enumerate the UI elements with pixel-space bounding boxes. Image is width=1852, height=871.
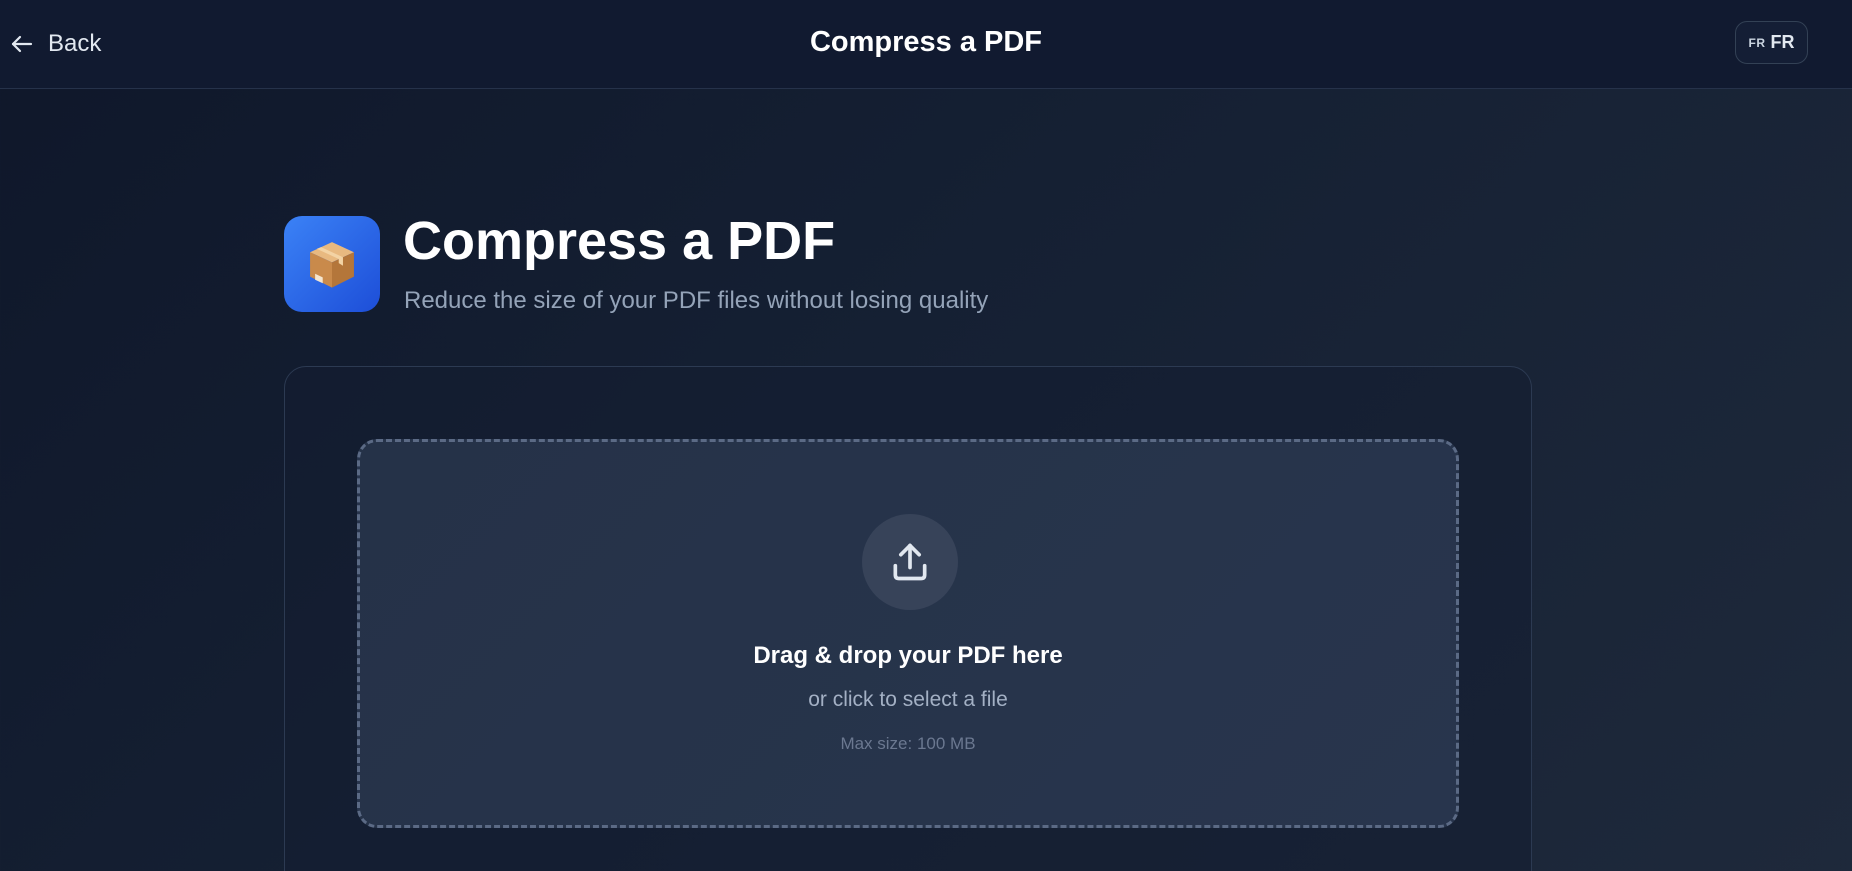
language-flag: FR bbox=[1748, 35, 1766, 50]
page-subtitle: Reduce the size of your PDF files withou… bbox=[404, 287, 989, 314]
page-title: Compress a PDF bbox=[403, 211, 836, 271]
dropzone-max-size: Max size: 100 MB bbox=[840, 734, 976, 753]
header-title: Compress a PDF bbox=[809, 26, 1043, 58]
upload-icon bbox=[862, 514, 958, 610]
language-switcher[interactable]: FR FR bbox=[1735, 21, 1808, 64]
dropzone-title: Drag & drop your PDF here bbox=[753, 642, 1063, 669]
top-bar: Back Compress a PDF FR FR bbox=[0, 0, 1852, 89]
package-box-icon bbox=[284, 216, 380, 312]
language-label: FR bbox=[1770, 32, 1795, 52]
file-dropzone[interactable]: Drag & drop your PDF here or click to se… bbox=[357, 439, 1459, 828]
dropzone-subtitle: or click to select a file bbox=[808, 688, 1008, 711]
